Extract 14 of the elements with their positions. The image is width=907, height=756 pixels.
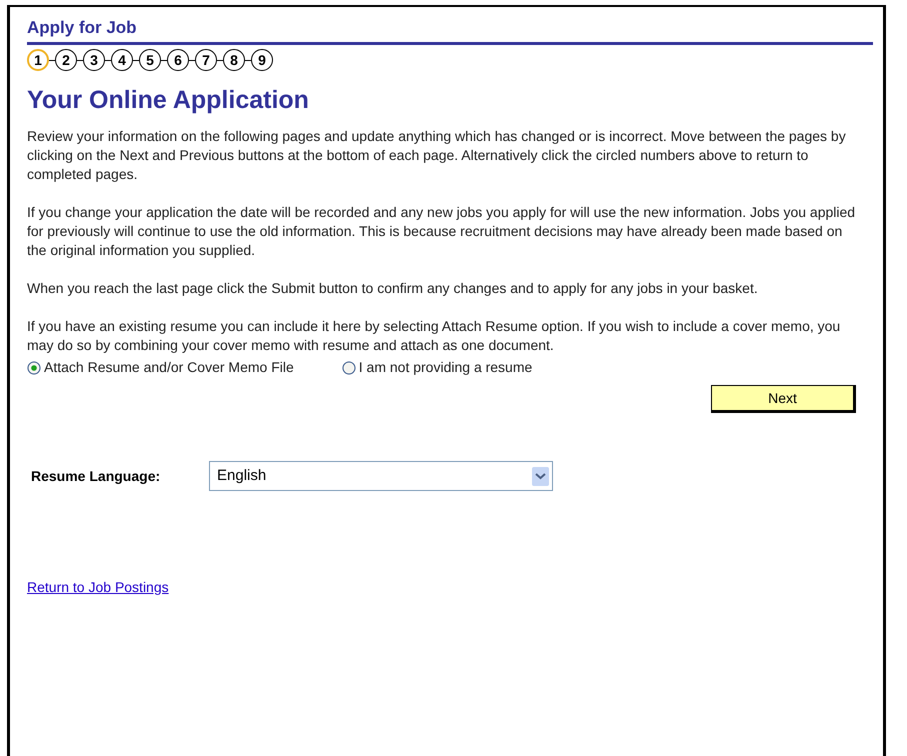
next-button[interactable]: Next <box>711 385 856 413</box>
radio-button[interactable] <box>342 360 356 374</box>
paragraph: If you have an existing resume you can include it here by selecting Attach Resume option. If you wish to include a cover memo, you may do so by combining your cover memo with resume and attach as one document. <box>27 317 842 355</box>
field-label: Resume Language: <box>31 466 162 486</box>
radio-button[interactable] <box>27 360 41 374</box>
radio-label: I am not providing a resume <box>358 358 532 377</box>
paragraph: If you change your application the date will be recorded and any new jobs you apply for will use the new information. Jobs you applied for previously will continue to use the old information. This is because recruitment decisions may have already been made based on the original information you supplied. <box>27 203 856 260</box>
radio-label: Attach Resume and/or Cover Memo File <box>44 358 294 377</box>
page-heading: Your Online Application <box>27 85 310 115</box>
paragraph: When you reach the last page click the Submit button to confirm any changes and to apply for any jobs in your basket. <box>27 279 759 298</box>
paragraph: Review your information on the following pages and update anything which has changed or is incorrect. Move between the pages by clicking on the Next and Previous buttons at the bottom of each page. Alternatively click the circled numbers above to return to completed pages. <box>27 127 847 184</box>
language-dropdown[interactable]: English <box>209 461 553 491</box>
page-title: Apply for Job <box>27 18 137 37</box>
return-link[interactable]: Return to Job Postings <box>27 577 169 598</box>
